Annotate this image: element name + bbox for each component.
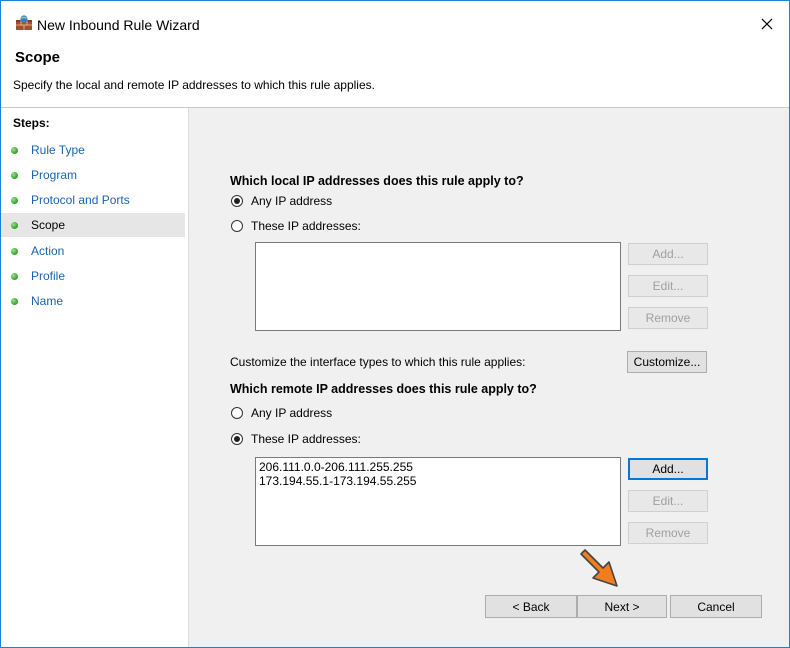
remote-add-button[interactable]: Add... [628,458,708,480]
step-label: Name [31,294,64,308]
local-edit-button[interactable]: Edit... [628,275,708,297]
wizard-content: Which local IP addresses does this rule … [189,108,789,647]
wizard-header: Scope Specify the local and remote IP ad… [1,33,789,108]
step-status-icon [11,248,18,255]
step-label: Profile [31,269,66,283]
remote-edit-button[interactable]: Edit... [628,490,708,512]
close-icon [761,18,773,30]
local-any-ip-radio[interactable] [231,195,243,207]
local-any-ip-label: Any IP address [251,194,333,208]
local-add-button[interactable]: Add... [628,243,708,265]
firewall-icon [16,15,32,30]
remote-remove-button[interactable]: Remove [628,522,708,544]
step-status-icon [11,197,18,204]
page-description: Specify the local and remote IP addresse… [13,78,375,92]
remote-any-ip-label: Any IP address [251,406,333,420]
local-ip-question: Which local IP addresses does this rule … [230,174,524,188]
step-name[interactable]: Name [1,289,185,313]
list-item[interactable]: 173.194.55.1-173.194.55.255 [256,474,620,488]
step-protocol-and-ports[interactable]: Protocol and Ports [1,188,185,212]
step-action[interactable]: Action [1,239,185,263]
remote-any-ip-radio[interactable] [231,407,243,419]
step-status-icon [11,273,18,280]
list-item[interactable]: 206.111.0.0-206.111.255.255 [256,460,620,474]
customize-interface-label: Customize the interface types to which t… [230,355,526,369]
remote-these-ip-radio[interactable] [231,433,243,445]
step-program[interactable]: Program [1,163,185,187]
steps-panel: Steps: Rule Type Program Protocol and Po… [1,108,189,647]
wizard-window: New Inbound Rule Wizard Scope Specify th… [0,0,790,648]
local-these-ip-label: These IP addresses: [251,219,361,233]
step-label: Action [31,244,65,258]
step-status-icon [11,298,18,305]
page-title: Scope [15,49,61,66]
remote-these-ip-label: These IP addresses: [251,432,361,446]
back-button[interactable]: < Back [485,595,577,618]
cancel-button[interactable]: Cancel [670,595,762,618]
step-status-icon [11,222,18,229]
steps-heading: Steps: [13,116,50,130]
remote-ip-question: Which remote IP addresses does this rule… [230,382,537,396]
step-status-icon [11,172,18,179]
window-title: New Inbound Rule Wizard [37,17,200,33]
local-these-ip-radio[interactable] [231,220,243,232]
customize-button[interactable]: Customize... [627,351,707,373]
step-label: Program [31,168,78,182]
local-ip-list[interactable] [255,242,621,331]
step-rule-type[interactable]: Rule Type [1,138,185,162]
next-button[interactable]: Next > [577,595,667,618]
step-scope[interactable]: Scope [1,213,185,237]
step-label: Protocol and Ports [31,193,130,207]
title-bar: New Inbound Rule Wizard [1,1,789,33]
step-profile[interactable]: Profile [1,264,185,288]
step-status-icon [11,147,18,154]
remote-ip-list[interactable]: 206.111.0.0-206.111.255.255 173.194.55.1… [255,457,621,546]
local-remove-button[interactable]: Remove [628,307,708,329]
pointer-arrow-icon [580,549,618,587]
step-label: Scope [31,218,66,232]
step-label: Rule Type [31,143,85,157]
